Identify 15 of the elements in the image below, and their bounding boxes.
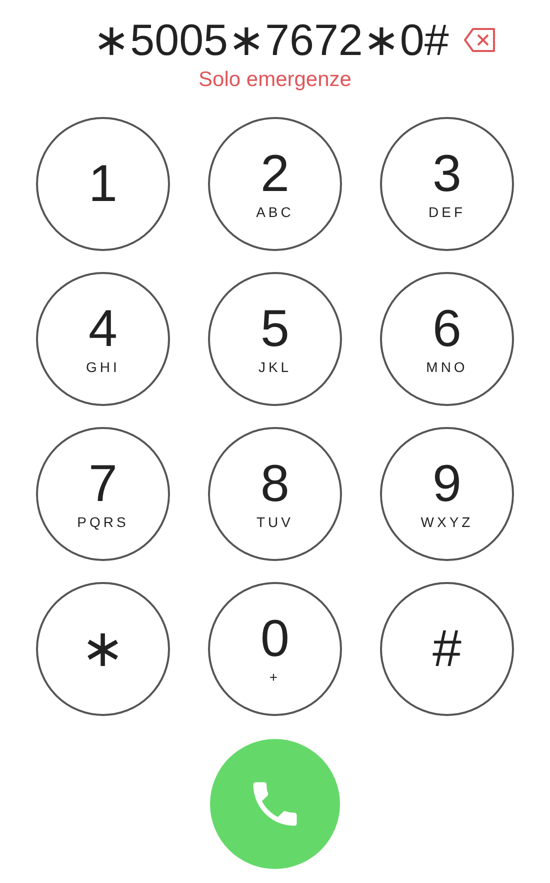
keypad-key[interactable]: 1 (36, 117, 170, 251)
keypad-key[interactable]: 0 + (208, 582, 342, 716)
keypad-key[interactable]: 8 TUV (208, 427, 342, 561)
keypad-key[interactable]: 5 JKL (208, 272, 342, 406)
keypad-key[interactable]: # (380, 582, 514, 716)
keypad-key[interactable]: 9 WXYZ (380, 427, 514, 561)
keypad-key[interactable]: 6 MNO (380, 272, 514, 406)
keypad-key[interactable]: 4 GHI (36, 272, 170, 406)
keypad-key[interactable]: 7 PQRS (36, 427, 170, 561)
emergency-notice: Solo emergenze (198, 68, 352, 92)
keypad-key[interactable]: ∗ (36, 582, 170, 716)
dialed-number: ∗5005∗7672∗0# (93, 15, 449, 66)
keypad-key[interactable]: 3 DEF (380, 117, 514, 251)
delete-icon[interactable] (462, 27, 497, 53)
keypad-key[interactable]: 2 ABC (208, 117, 342, 251)
